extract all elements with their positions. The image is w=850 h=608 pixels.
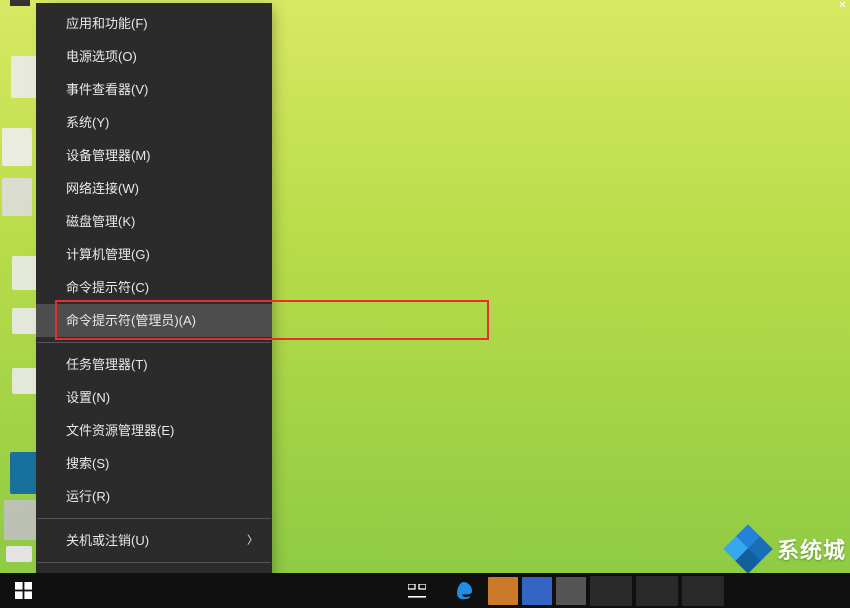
desktop-icon-frag: [2, 128, 32, 166]
taskbar-app[interactable]: [556, 577, 586, 605]
watermark-text: 系统城: [777, 533, 846, 565]
menu-item-disk-management[interactable]: 磁盘管理(K): [36, 205, 272, 238]
taskbar-app[interactable]: [682, 576, 724, 606]
desktop-icon-frag: [6, 546, 32, 562]
menu-item-command-prompt-admin[interactable]: 命令提示符(管理员)(A): [36, 304, 272, 337]
top-frag: [10, 0, 30, 6]
menu-item-label: 网络连接(W): [66, 181, 139, 196]
edge-button[interactable]: [440, 573, 486, 608]
taskbar: [0, 573, 850, 608]
menu-item-label: 计算机管理(G): [66, 247, 150, 262]
menu-item-label: 运行(R): [66, 489, 110, 504]
menu-item-run[interactable]: 运行(R): [36, 480, 272, 513]
menu-divider: [37, 518, 271, 519]
taskbar-hint: [58, 577, 278, 605]
menu-item-label: 任务管理器(T): [66, 357, 148, 372]
window-close-x[interactable]: ✕: [836, 0, 849, 12]
menu-item-label: 文件资源管理器(E): [66, 423, 174, 438]
menu-item-label: 搜索(S): [66, 456, 109, 471]
chevron-right-icon: 〉: [247, 533, 258, 548]
menu-item-label: 关机或注销(U): [66, 533, 149, 548]
start-button[interactable]: [0, 573, 46, 608]
task-view-button[interactable]: [394, 573, 440, 608]
task-view-icon: [408, 584, 426, 598]
menu-item-power-options[interactable]: 电源选项(O): [36, 40, 272, 73]
menu-item-label: 命令提示符(C): [66, 280, 149, 295]
menu-item-label: 设置(N): [66, 390, 110, 405]
menu-item-network-connections[interactable]: 网络连接(W): [36, 172, 272, 205]
menu-item-label: 电源选项(O): [66, 49, 137, 64]
menu-item-task-manager[interactable]: 任务管理器(T): [36, 348, 272, 381]
menu-item-shutdown-signout[interactable]: 关机或注销(U) 〉: [36, 524, 272, 557]
winx-context-menu: 应用和功能(F) 电源选项(O) 事件查看器(V) 系统(Y) 设备管理器(M)…: [36, 3, 272, 605]
watermark: 系统城: [725, 526, 846, 572]
taskbar-app[interactable]: [522, 577, 552, 605]
menu-item-device-manager[interactable]: 设备管理器(M): [36, 139, 272, 172]
menu-item-label: 设备管理器(M): [66, 148, 151, 163]
desktop-icon-frag: [2, 178, 32, 216]
edge-icon: [453, 581, 473, 601]
menu-item-label: 磁盘管理(K): [66, 214, 135, 229]
menu-item-system[interactable]: 系统(Y): [36, 106, 272, 139]
menu-item-apps-features[interactable]: 应用和功能(F): [36, 7, 272, 40]
menu-item-label: 事件查看器(V): [66, 82, 148, 97]
taskbar-app[interactable]: [590, 576, 632, 606]
menu-item-label: 系统(Y): [66, 115, 109, 130]
menu-item-event-viewer[interactable]: 事件查看器(V): [36, 73, 272, 106]
menu-item-file-explorer[interactable]: 文件资源管理器(E): [36, 414, 272, 447]
menu-divider: [37, 562, 271, 563]
windows-logo-icon: [15, 582, 32, 599]
menu-item-settings[interactable]: 设置(N): [36, 381, 272, 414]
menu-item-search[interactable]: 搜索(S): [36, 447, 272, 480]
taskbar-app[interactable]: [636, 576, 678, 606]
menu-item-command-prompt[interactable]: 命令提示符(C): [36, 271, 272, 304]
taskbar-app[interactable]: [488, 577, 518, 605]
menu-item-computer-management[interactable]: 计算机管理(G): [36, 238, 272, 271]
menu-item-label: 命令提示符(管理员)(A): [66, 313, 196, 328]
watermark-logo-icon: [725, 526, 771, 572]
menu-item-label: 应用和功能(F): [66, 16, 148, 31]
menu-divider: [37, 342, 271, 343]
